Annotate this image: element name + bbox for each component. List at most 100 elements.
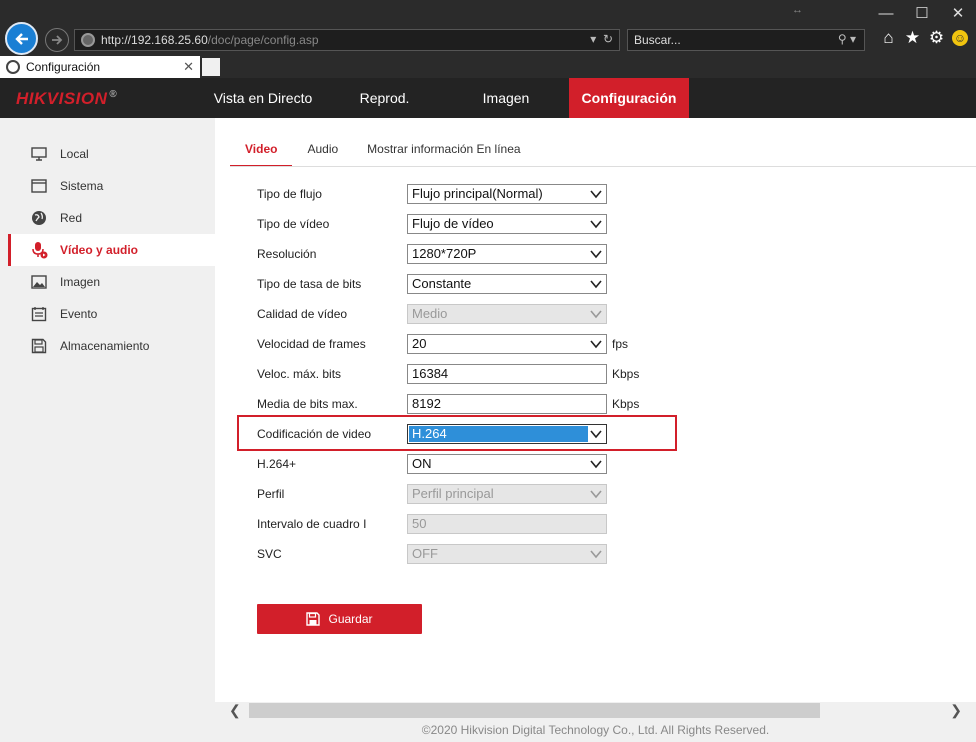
nav-vista-en-directo[interactable]: Vista en Directo	[199, 78, 327, 118]
field-label: Media de bits max.	[257, 397, 358, 411]
scroll-left-icon[interactable]: ❮	[229, 702, 241, 719]
resize-indicator-icon: ↔	[792, 4, 803, 16]
home-icon[interactable]: ⌂	[880, 28, 897, 48]
nav-imagen[interactable]: Imagen	[442, 78, 570, 118]
feedback-smiley-icon[interactable]: ☺	[952, 30, 968, 46]
veloc-max-bits-input[interactable]: 16384	[407, 364, 607, 384]
intervalo-cuadro-input: 50	[407, 514, 607, 534]
tipo-tasa-bits-select[interactable]: Constante	[407, 274, 607, 294]
row-calidad-video: Calidad de vídeo Medio	[257, 303, 607, 325]
chevron-down-icon	[590, 340, 602, 349]
chevron-down-icon	[590, 280, 602, 289]
url-path: /doc/page/config.asp	[207, 33, 319, 47]
field-label: SVC	[257, 547, 282, 561]
sidebar-item-evento[interactable]: Evento	[8, 298, 215, 330]
globe-icon	[30, 210, 48, 226]
content-tabs: Video Audio Mostrar información En línea	[230, 134, 535, 167]
tab-video[interactable]: Video	[230, 134, 293, 167]
perfil-select: Perfil principal	[407, 484, 607, 504]
field-label: Veloc. máx. bits	[257, 367, 342, 381]
field-label: H.264+	[257, 457, 297, 471]
browser-tab[interactable]: Configuración ✕	[0, 56, 200, 78]
resolucion-select[interactable]: 1280*720P	[407, 244, 607, 264]
search-icon[interactable]: ⚲ ▾	[838, 32, 856, 46]
app-header: HIKVISION ® Vista en Directo Reprod. Imag…	[0, 78, 976, 118]
h264-plus-select[interactable]: ON	[407, 454, 607, 474]
row-veloc-max-bits: Veloc. máx. bits 16384 Kbps	[257, 363, 639, 385]
tab-mostrar-informacion[interactable]: Mostrar información En línea	[352, 134, 534, 167]
sidebar-item-label: Red	[60, 211, 83, 225]
media-bits-max-input[interactable]: 8192	[407, 394, 607, 414]
favorites-star-icon[interactable]: ★	[904, 28, 921, 48]
tab-title: Configuración	[26, 60, 101, 74]
sidebar-item-sistema[interactable]: Sistema	[8, 170, 215, 202]
chevron-down-icon	[590, 310, 602, 319]
row-intervalo-cuadro: Intervalo de cuadro I 50	[257, 513, 607, 535]
nav-reprod[interactable]: Reprod.	[327, 78, 442, 118]
tipo-de-flujo-select[interactable]: Flujo principal(Normal)	[407, 184, 607, 204]
address-bar[interactable]: http://192.168.25.60/doc/page/config.asp…	[74, 29, 620, 51]
sidebar-item-red[interactable]: Red	[8, 202, 215, 234]
calendar-icon	[30, 306, 48, 322]
velocidad-frames-select[interactable]: 20	[407, 334, 607, 354]
sidebar-item-label: Vídeo y audio	[60, 243, 139, 257]
row-resolucion: Resolución 1280*720P	[257, 243, 607, 265]
row-h264-plus: H.264+ ON	[257, 453, 607, 475]
window-controls: — ☐ ✕	[868, 4, 976, 24]
horizontal-scrollbar[interactable]: ❮ ❯	[215, 702, 976, 719]
sidebar-item-almacenamiento[interactable]: Almacenamiento	[8, 330, 215, 362]
close-window-icon[interactable]: ✕	[940, 4, 976, 24]
sidebar-item-imagen[interactable]: Imagen	[8, 266, 215, 298]
row-tipo-tasa-bits: Tipo de tasa de bits Constante	[257, 273, 607, 295]
address-dropdown-refresh-icon[interactable]: ▾ ↻	[590, 32, 613, 46]
field-label: Perfil	[257, 487, 285, 501]
window-icon	[30, 178, 48, 194]
hikvision-logo: HIKVISION ®	[16, 89, 118, 108]
field-label: Calidad de vídeo	[257, 307, 348, 321]
field-label: Velocidad de frames	[257, 337, 366, 351]
maximize-icon[interactable]: ☐	[904, 4, 940, 24]
url-host: http://192.168.25.60	[101, 33, 208, 47]
unit-label: fps	[612, 337, 629, 351]
highlight-annotation-box	[237, 415, 677, 451]
save-disk-icon	[306, 612, 321, 626]
sidebar-item-video-audio[interactable]: Vídeo y audio	[8, 234, 215, 266]
tabs-divider	[230, 166, 976, 167]
back-arrow-icon	[14, 32, 28, 45]
settings-gear-icon[interactable]: ⚙	[928, 28, 945, 48]
scrollbar-thumb[interactable]	[249, 703, 820, 718]
browser-toolbar: ⌂ ★ ⚙ ☺	[880, 28, 968, 48]
chevron-down-icon	[590, 550, 602, 559]
sidebar-item-label: Evento	[60, 307, 98, 321]
unit-label: Kbps	[612, 367, 640, 381]
tipo-de-video-select[interactable]: Flujo de vídeo	[407, 214, 607, 234]
row-velocidad-frames: Velocidad de frames 20 fps	[257, 333, 628, 355]
nav-configuracion[interactable]: Configuración	[569, 78, 689, 118]
row-perfil: Perfil Perfil principal	[257, 483, 607, 505]
minimize-icon[interactable]: —	[868, 4, 904, 24]
chevron-down-icon	[590, 250, 602, 259]
browser-chrome: ↔ — ☐ ✕ http://192.168.25.60/doc/page/co…	[0, 0, 976, 78]
unit-label: Kbps	[612, 397, 640, 411]
tab-close-icon[interactable]: ✕	[183, 59, 194, 75]
field-label: Tipo de flujo	[257, 187, 322, 201]
field-label: Tipo de tasa de bits	[257, 277, 362, 291]
scroll-right-icon[interactable]: ❯	[950, 702, 962, 719]
field-label: Tipo de vídeo	[257, 217, 330, 231]
field-label: Resolución	[257, 247, 317, 261]
back-button[interactable]	[5, 22, 38, 55]
forward-arrow-icon	[52, 35, 63, 45]
row-tipo-de-flujo: Tipo de flujo Flujo principal(Normal)	[257, 183, 607, 205]
disk-icon	[30, 338, 48, 354]
tab-audio[interactable]: Audio	[292, 134, 352, 167]
chevron-down-icon	[590, 490, 602, 499]
chevron-down-icon	[590, 460, 602, 469]
forward-button[interactable]	[45, 28, 69, 52]
sidebar-item-local[interactable]: Local	[8, 138, 215, 170]
new-tab-button[interactable]	[202, 58, 220, 76]
mic-icon	[30, 242, 48, 259]
search-box[interactable]: Buscar... ⚲ ▾	[627, 29, 865, 51]
save-button[interactable]: Guardar	[257, 604, 422, 634]
sidebar-item-label: Local	[60, 147, 89, 161]
monitor-icon	[30, 146, 48, 162]
